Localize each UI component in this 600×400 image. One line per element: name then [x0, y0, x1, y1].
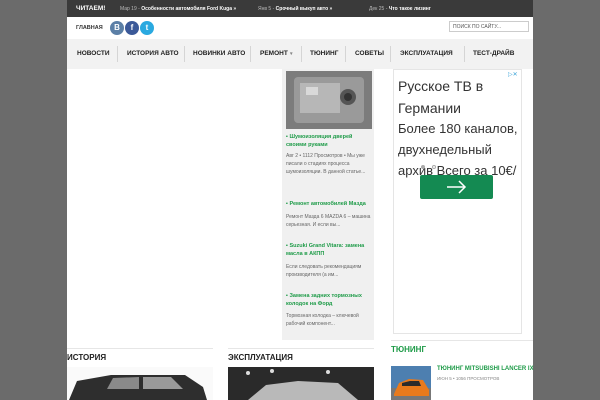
ticker-item[interactable]: Янв 5 - Срочный выкуп авто »	[258, 6, 332, 12]
home-link[interactable]: ГЛАВНАЯ	[76, 25, 103, 31]
nav-divider	[250, 46, 251, 62]
section-divider	[67, 348, 213, 349]
nav-item-tuning[interactable]: ТЮНИНГ	[310, 39, 338, 69]
reading-now-label: ЧИТАЕМ!	[76, 5, 106, 12]
tuning-post-title[interactable]: ТЮНИНГ MITSUBISHI LANCER IX	[437, 366, 534, 372]
section-title-history[interactable]: ИСТОРИЯ	[67, 353, 106, 362]
main-nav: НОВОСТИ ИСТОРИЯ АВТО НОВИНКИ АВТО РЕМОНТ…	[67, 39, 533, 70]
ticker-item[interactable]: Дек 25 - Что такое лизинг	[369, 6, 431, 12]
post-excerpt: Тормозная колодка – ключевой рабочий ком…	[286, 313, 359, 327]
chevron-down-icon: ▾	[290, 51, 293, 57]
nav-item-repair[interactable]: РЕМОНТ	[260, 39, 288, 69]
post-excerpt: Если следовать рекомендациям производите…	[286, 264, 362, 278]
ticker-item[interactable]: Мар 19 - Особенности автомобиля Ford Kug…	[120, 6, 236, 12]
post-title-link[interactable]: ▪ Suzuki Grand Vitara: замена масла в АК…	[286, 242, 374, 258]
top-ticker-bar: ЧИТАЕМ! Мар 19 - Особенности автомобиля …	[67, 0, 533, 17]
facebook-icon[interactable]: f	[125, 21, 139, 35]
history-image[interactable]	[67, 367, 213, 400]
tuning-post-meta: ИЮН 5 • 1056 ПРОСМОТРОВ	[437, 376, 500, 381]
search-input[interactable]: ПОИСК ПО САЙТУ...	[449, 21, 529, 32]
nav-item-history[interactable]: ИСТОРИЯ АВТО	[127, 39, 179, 69]
post-title-link[interactable]: ▪ Замена задних тормозных колодок на Фор…	[286, 292, 374, 308]
nav-divider	[301, 46, 302, 62]
operation-image[interactable]	[228, 367, 374, 400]
section-title-tuning[interactable]: ТЮНИНГ	[391, 345, 426, 354]
nav-divider	[117, 46, 118, 62]
post-excerpt: Ремонт Мазда 6 MAZDA 6 – машина серьезна…	[286, 214, 371, 228]
post-thumbnail[interactable]	[286, 71, 372, 129]
carousel-dot[interactable]	[421, 165, 425, 169]
ad-body-text: Более 180 каналов, двухнедельный архив В…	[398, 121, 518, 178]
nav-divider	[464, 46, 465, 62]
nav-divider	[390, 46, 391, 62]
post-title-link[interactable]: ▪ Ремонт автомобилей Мазда	[286, 200, 374, 208]
nav-item-tips[interactable]: СОВЕТЫ	[355, 39, 384, 69]
section-title-operation[interactable]: ЭКСПЛУАТАЦИЯ	[228, 353, 293, 362]
nav-divider	[345, 46, 346, 62]
post-excerpt: Авг 2 • 1112 Просмотров • Мы уже писали …	[286, 153, 366, 175]
site-header: ГЛАВНАЯ В f t ПОИСК ПО САЙТУ...	[67, 17, 533, 39]
nav-item-test-drive[interactable]: ТЕСТ-ДРАЙВ	[473, 39, 514, 69]
orange-car-image	[391, 366, 431, 400]
nav-divider	[184, 46, 185, 62]
ad-headline: Русское ТВ в Германии	[398, 78, 484, 116]
tuning-thumbnail[interactable]	[391, 366, 431, 400]
nav-item-operation[interactable]: ЭКСПЛУАТАЦИЯ	[400, 39, 453, 69]
twitter-icon[interactable]: t	[140, 21, 154, 35]
car-showroom-image	[228, 367, 374, 400]
section-divider	[391, 340, 533, 341]
car-door-image	[286, 71, 372, 129]
carousel-dot[interactable]	[432, 165, 436, 169]
nav-item-new-cars[interactable]: НОВИНКИ АВТО	[193, 39, 245, 69]
post-title-link[interactable]: ▪ Шумоизоляция дверей своими руками	[286, 133, 374, 149]
arrow-right-icon	[447, 180, 467, 194]
car-image	[69, 375, 207, 400]
section-divider	[228, 348, 374, 349]
ad-cta-button[interactable]	[420, 175, 493, 199]
nav-item-news[interactable]: НОВОСТИ	[77, 39, 110, 69]
vk-icon[interactable]: В	[110, 21, 124, 35]
